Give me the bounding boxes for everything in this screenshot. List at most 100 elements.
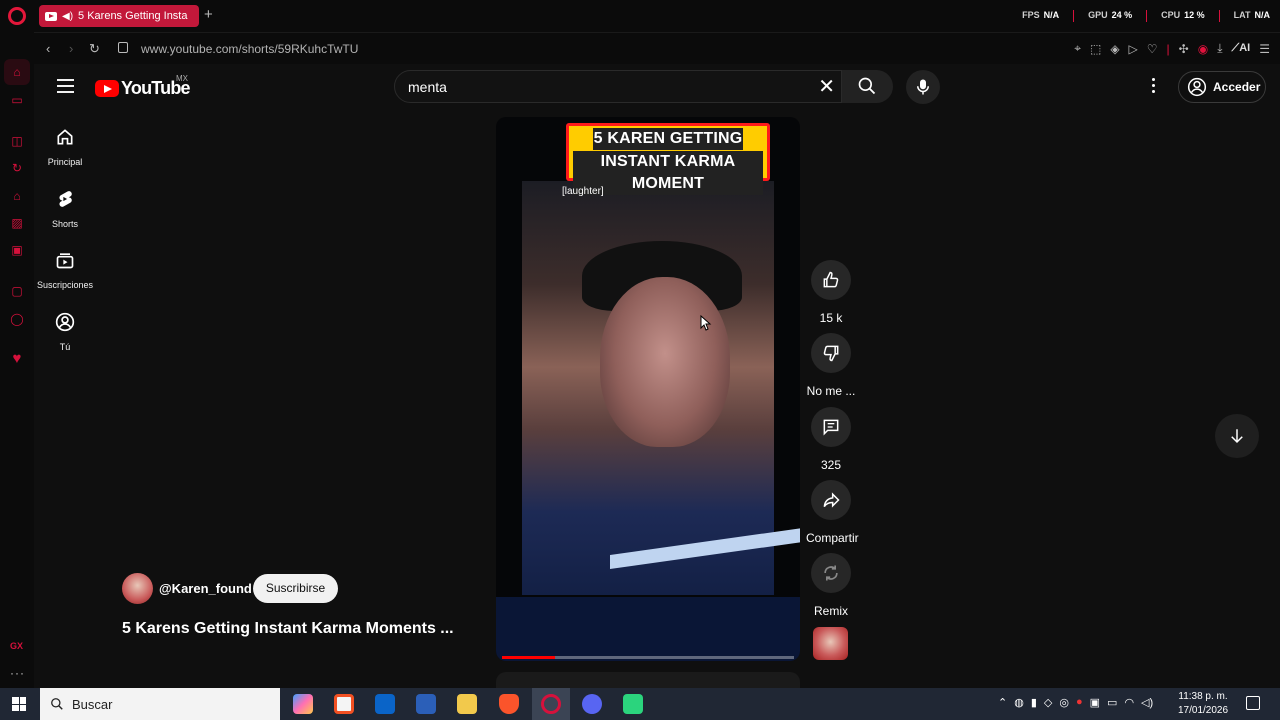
opera-gx-taskbar-icon[interactable] — [541, 694, 561, 714]
guide-item-subscriptions[interactable]: Suscripciones — [36, 250, 94, 293]
progress-bar[interactable] — [502, 656, 794, 659]
like-button[interactable]: 15 k — [806, 260, 856, 325]
search-input[interactable]: menta ✕ — [394, 70, 842, 103]
back-icon[interactable]: ‹ — [46, 41, 50, 56]
subscriptions-icon — [55, 250, 75, 270]
brave-icon[interactable] — [499, 694, 519, 714]
home-icon — [55, 127, 75, 147]
forward-icon[interactable]: › — [69, 41, 73, 56]
thumbs-down-icon — [821, 343, 841, 363]
hamburger-menu-icon[interactable] — [57, 79, 74, 93]
history-icon[interactable]: ↻ — [9, 160, 25, 176]
android-app-icon[interactable] — [623, 694, 643, 714]
taskbar-clock[interactable]: 11:38 p. m. 17/01/2026 — [1178, 690, 1228, 718]
guide-label: Tú — [60, 342, 71, 352]
puzzle-icon[interactable]: ✣ — [1179, 42, 1189, 56]
comments-button[interactable]: 325 — [806, 407, 856, 472]
active-tab[interactable]: ◀) 5 Karens Getting Instan — [39, 5, 199, 27]
pin-icon[interactable]: ⌖ — [1074, 41, 1081, 56]
voice-search-button[interactable] — [906, 70, 940, 104]
whatsapp-icon[interactable]: ◯ — [9, 311, 25, 327]
guide-item-you[interactable]: Tú — [36, 312, 94, 355]
battery-icon[interactable]: ▭ — [1107, 696, 1117, 709]
wifi-icon[interactable]: ◠ — [1124, 696, 1134, 709]
remix-label: Remix — [806, 604, 856, 618]
steam-icon[interactable]: ◎ — [1059, 696, 1069, 709]
clear-search-icon[interactable]: ✕ — [818, 74, 835, 99]
copilot-icon[interactable] — [293, 694, 313, 714]
youtube-play-icon — [95, 80, 119, 97]
home-icon[interactable]: ⌂ — [4, 59, 30, 85]
video-caption: [laughter] — [562, 186, 604, 197]
twitch-icon[interactable]: ▢ — [9, 283, 25, 299]
volume-icon[interactable]: ◁) — [1141, 696, 1153, 709]
channel-avatar[interactable] — [122, 573, 153, 604]
speaker-icon[interactable]: ◀) — [62, 11, 73, 22]
heart-icon[interactable]: ♥ — [9, 351, 25, 367]
overlay-line-1: 5 KAREN GETTING — [593, 128, 743, 150]
sign-in-label: Acceder — [1213, 80, 1260, 94]
thumbs-up-icon — [821, 270, 841, 290]
vpn-icon[interactable]: ◍ — [1014, 696, 1024, 709]
gx-corner-icon[interactable]: ◫ — [9, 133, 25, 149]
shorts-icon — [55, 189, 75, 209]
guide-item-home[interactable]: Principal — [36, 127, 94, 170]
subscribe-button[interactable]: Suscribirse — [253, 574, 338, 603]
user-icon — [55, 312, 75, 332]
dislike-button[interactable]: No me ... — [806, 333, 856, 398]
lock-icon[interactable] — [118, 42, 128, 53]
youtube-logo[interactable]: YouTube MX — [95, 78, 190, 99]
snapshot-icon[interactable]: ⬚ — [1090, 42, 1101, 56]
reload-icon[interactable]: ↻ — [89, 41, 100, 57]
windows-taskbar: Buscar ⌃ ◍ ▮ ◇ ◎ ● ▣ ▭ ◠ ◁) 11:38 p. m. … — [0, 688, 1280, 720]
share-button[interactable]: Compartir — [806, 480, 856, 545]
sound-thumbnail[interactable] — [813, 627, 848, 660]
guide-item-shorts[interactable]: Shorts — [36, 189, 94, 232]
gx-label[interactable]: GX — [10, 641, 23, 651]
sign-in-button[interactable]: Acceder — [1178, 71, 1266, 103]
settings-kebab-icon[interactable] — [1152, 78, 1156, 96]
shop-icon[interactable]: ⌂ — [9, 188, 25, 204]
search-button[interactable] — [842, 70, 893, 103]
clock-time: 11:38 p. m. — [1178, 690, 1228, 704]
notifications-icon[interactable] — [1246, 696, 1260, 710]
menu-lines-icon[interactable]: ☰ — [1259, 42, 1270, 56]
opera-logo-icon[interactable] — [8, 7, 26, 25]
shield-icon[interactable]: ◈ — [1110, 42, 1119, 56]
messenger-icon[interactable]: ▣ — [9, 242, 25, 258]
system-tray: ⌃ ◍ ▮ ◇ ◎ ● ▣ ▭ ◠ ◁) — [998, 696, 1153, 709]
taskbar-search[interactable]: Buscar — [40, 688, 280, 720]
play-icon[interactable]: ▷ — [1129, 42, 1138, 56]
word-icon[interactable] — [416, 694, 436, 714]
cleaner-icon[interactable]: ▨ — [9, 215, 25, 231]
url-field[interactable]: www.youtube.com/shorts/59RKuhcTwTU — [141, 42, 358, 56]
capture-icon[interactable]: ▣ — [1090, 696, 1100, 709]
usb-icon[interactable]: ▮ — [1031, 696, 1037, 709]
short-title[interactable]: 5 Karens Getting Instant Karma Moments .… — [122, 620, 454, 638]
store-icon[interactable] — [334, 694, 354, 714]
youtube-favicon-icon — [45, 12, 57, 21]
remix-button[interactable]: Remix — [806, 553, 856, 618]
profile-icon[interactable]: ◉ — [1198, 42, 1208, 56]
shorts-video-player[interactable]: 5 KAREN GETTING INSTANT KARMA MOMENT [la… — [496, 117, 800, 661]
download-icon[interactable]: ⤓ — [1217, 41, 1222, 56]
dislike-label: No me ... — [806, 384, 856, 398]
more-icon[interactable]: ··· — [10, 666, 25, 680]
gamepad-icon[interactable]: ▭ — [9, 92, 25, 108]
dropbox-icon[interactable]: ◇ — [1044, 696, 1052, 709]
chevron-up-icon[interactable]: ⌃ — [998, 696, 1007, 709]
ai-button[interactable]: ⟋AI — [1232, 42, 1251, 55]
address-bar: ‹ › ↻ www.youtube.com/shorts/59RKuhcTwTU… — [34, 32, 1280, 64]
heart-outline-icon[interactable]: ♡ — [1147, 42, 1158, 56]
outlook-icon[interactable] — [375, 694, 395, 714]
new-tab-button[interactable]: + — [204, 6, 213, 23]
tab-title: 5 Karens Getting Instan — [78, 10, 188, 22]
gx-stats: FPSN/A GPU24 % CPU12 % LATN/A — [1022, 10, 1270, 22]
file-explorer-icon[interactable] — [457, 694, 477, 714]
windows-start-icon[interactable] — [12, 697, 26, 711]
next-video-button[interactable] — [1215, 414, 1259, 458]
antivirus-icon[interactable]: ● — [1076, 696, 1083, 709]
region-code: MX — [176, 74, 188, 83]
channel-handle[interactable]: @Karen_found — [159, 581, 252, 596]
discord-icon[interactable] — [582, 694, 602, 714]
